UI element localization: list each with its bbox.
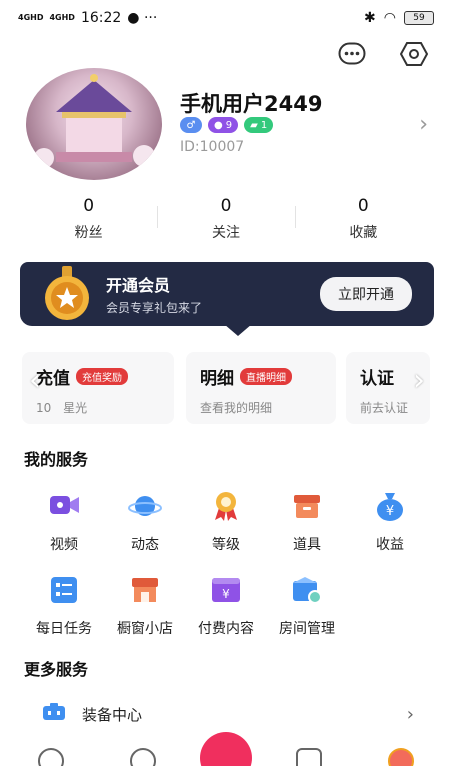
notification-icon: ● ···	[127, 10, 158, 26]
card-title: 明细	[200, 369, 234, 389]
svg-text:¥: ¥	[222, 587, 230, 601]
open-vip-button[interactable]: 立即开通	[320, 277, 412, 311]
bluetooth-icon: ✱	[364, 10, 376, 26]
stat-label: 粉丝	[74, 225, 103, 241]
service-earnings[interactable]: ¥ 收益	[350, 488, 430, 554]
svg-text:¥: ¥	[386, 504, 394, 519]
service-label: 道具	[293, 537, 321, 553]
equipment-center-row[interactable]: 装备中心 ›	[42, 700, 414, 728]
service-label: 收益	[376, 537, 404, 553]
box-icon	[289, 488, 325, 524]
card-tag: 直播明细	[240, 368, 292, 385]
wifi-icon: ◠	[383, 10, 396, 26]
badge-icon: ▰	[250, 119, 258, 131]
discover-tab-icon[interactable]	[130, 748, 156, 766]
equipment-center-label: 装备中心	[82, 705, 143, 724]
green-badge-value: 1	[260, 119, 268, 131]
service-video[interactable]: 视频	[24, 488, 104, 554]
battery-icon: 59	[404, 11, 434, 25]
service-paid-content[interactable]: ¥ 付费内容	[186, 572, 266, 638]
cards-carousel: 充值 充值奖励 10 星光 明细 直播明细 查看我的明细 认证 前去认证	[0, 352, 452, 424]
service-label: 房间管理	[279, 621, 335, 637]
clock: 16:22	[80, 10, 122, 26]
settings-icon[interactable]	[400, 40, 428, 68]
message-tab-icon[interactable]	[296, 748, 322, 766]
service-label: 视频	[50, 537, 78, 553]
more-services-title: 更多服务	[24, 660, 89, 679]
card-desc: 查看我的明细	[200, 401, 273, 415]
service-label: 付费内容	[198, 621, 254, 637]
gender-badge: ♂	[180, 117, 202, 133]
level-value: 9	[225, 119, 233, 131]
stat-label: 收藏	[349, 225, 378, 241]
username: 手机用户2449	[180, 92, 323, 116]
live-camera-button[interactable]	[200, 732, 252, 766]
vip-medal-icon	[42, 266, 92, 322]
stat-value: 0	[83, 196, 95, 216]
stats-row: 0 粉丝 0 关注 0 收藏	[20, 196, 432, 242]
card-desc: 前去认证	[360, 401, 409, 415]
equipment-icon	[42, 702, 66, 726]
service-level[interactable]: 等级	[186, 488, 266, 554]
carousel-next-icon[interactable]: ›	[406, 360, 432, 400]
card-desc: 星光	[63, 401, 88, 415]
stat-value: 0	[357, 196, 369, 216]
service-props[interactable]: 道具	[267, 488, 347, 554]
home-tab-icon[interactable]	[38, 748, 64, 766]
video-icon	[46, 488, 82, 524]
vip-subtitle: 会员专享礼包来了	[106, 301, 203, 315]
service-daily-tasks[interactable]: 每日任务	[24, 572, 104, 638]
service-label: 橱窗小店	[117, 621, 173, 637]
shop-icon	[127, 572, 163, 608]
vip-title: 开通会员	[106, 276, 171, 295]
service-room-management[interactable]: 房间管理	[267, 572, 347, 638]
service-label: 等级	[212, 537, 240, 553]
card-details[interactable]: 明细 直播明细 查看我的明细	[186, 352, 336, 424]
signal-1: 4GHD	[18, 13, 44, 22]
service-label: 每日任务	[36, 621, 92, 637]
green-badge: ▰ 1	[244, 117, 274, 133]
service-moments[interactable]: 动态	[105, 488, 185, 554]
chevron-right-icon: ›	[406, 703, 414, 725]
male-icon: ♂	[186, 119, 196, 131]
stat-fans[interactable]: 0 粉丝	[20, 196, 157, 242]
vip-banner[interactable]: 开通会员 会员专享礼包来了 立即开通	[20, 262, 434, 336]
chevron-right-icon[interactable]: ›	[419, 112, 428, 137]
level-badge: ● 9	[208, 117, 239, 133]
user-id: ID:10007	[180, 139, 245, 155]
profile-tab-icon[interactable]	[388, 748, 414, 766]
room-icon	[289, 572, 325, 608]
stat-favorites[interactable]: 0 收藏	[294, 196, 432, 242]
card-title: 认证	[360, 369, 394, 389]
carousel-prev-icon[interactable]: ‹	[22, 360, 48, 400]
message-icon[interactable]	[338, 40, 366, 68]
card-tag: 充值奖励	[76, 368, 128, 385]
avatar[interactable]	[26, 68, 162, 180]
mic-icon: ●	[214, 119, 223, 131]
money-bag-icon: ¥	[372, 488, 408, 524]
service-label: 动态	[131, 537, 159, 553]
task-icon	[46, 572, 82, 608]
status-bar: 4GHD 4GHD 16:22 ● ··· ✱ ◠ 59	[0, 0, 452, 36]
planet-icon	[127, 488, 163, 524]
card-desc-value: 10	[36, 401, 52, 415]
stat-label: 关注	[211, 225, 240, 241]
service-shop[interactable]: 橱窗小店	[105, 572, 185, 638]
paid-content-icon: ¥	[208, 572, 244, 608]
my-services-title: 我的服务	[24, 450, 89, 469]
signal-2: 4GHD	[49, 13, 75, 22]
stat-value: 0	[220, 196, 232, 216]
stat-following[interactable]: 0 关注	[157, 196, 294, 242]
medal-icon	[208, 488, 244, 524]
